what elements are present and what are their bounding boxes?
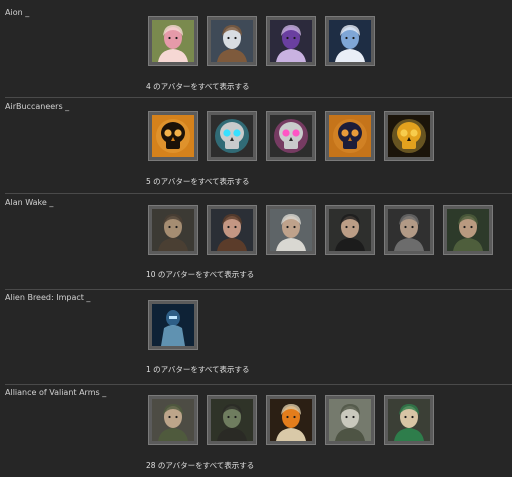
pink-haired-elf-avatar-icon bbox=[152, 20, 194, 62]
avatar-tile[interactable] bbox=[148, 111, 198, 161]
man-white-shirt-portrait-icon bbox=[270, 209, 312, 251]
section-divider bbox=[5, 97, 512, 98]
cyan-eyed-skull-emblem-icon bbox=[211, 115, 253, 157]
section-divider bbox=[5, 289, 512, 290]
game-title: Aion _ bbox=[5, 8, 30, 17]
pink-eyed-skull-emblem-icon bbox=[270, 115, 312, 157]
avatar-row bbox=[148, 300, 207, 350]
avatar-tile[interactable] bbox=[325, 111, 375, 161]
game-title: Alliance of Valiant Arms _ bbox=[5, 388, 107, 397]
show-all-avatars-link[interactable]: 10 のアバターをすべて表示する bbox=[146, 270, 254, 279]
section-divider bbox=[5, 384, 512, 385]
avatar-tile[interactable] bbox=[384, 205, 434, 255]
game-title: AirBuccaneers _ bbox=[5, 102, 70, 111]
show-all-avatars-link[interactable]: 28 のアバターをすべて表示する bbox=[146, 461, 254, 470]
eyepatch-old-man-portrait-icon bbox=[329, 209, 371, 251]
avatar-tile[interactable] bbox=[148, 395, 198, 445]
avatar-tile[interactable] bbox=[148, 300, 198, 350]
avatar-tile[interactable] bbox=[148, 205, 198, 255]
avatar-row bbox=[148, 111, 443, 161]
avatar-tile[interactable] bbox=[384, 111, 434, 161]
game-title: Alien Breed: Impact _ bbox=[5, 293, 91, 302]
orange-octopus-skull-emblem-icon bbox=[329, 115, 371, 157]
alan-wake-portrait-icon bbox=[152, 209, 194, 251]
avatar-tile[interactable] bbox=[207, 111, 257, 161]
camo-soldier-avatar-icon bbox=[329, 399, 371, 441]
avatar-tile[interactable] bbox=[384, 395, 434, 445]
white-haired-warrior-avatar-icon bbox=[211, 20, 253, 62]
woman-portrait-icon bbox=[211, 209, 253, 251]
purple-haired-woman-avatar-icon bbox=[270, 20, 312, 62]
avatar-tile[interactable] bbox=[266, 395, 316, 445]
avatar-tile[interactable] bbox=[325, 395, 375, 445]
avatar-tile[interactable] bbox=[207, 395, 257, 445]
avatar-row bbox=[148, 205, 502, 255]
masked-woman-avatar-icon bbox=[388, 399, 430, 441]
soldier-beret-avatar-icon bbox=[152, 399, 194, 441]
old-man-portrait-icon bbox=[388, 209, 430, 251]
show-all-avatars-link[interactable]: 5 のアバターをすべて表示する bbox=[146, 177, 250, 186]
blue-demon-avatar-icon bbox=[329, 20, 371, 62]
man-green-jacket-portrait-icon bbox=[447, 209, 489, 251]
armored-soldier-avatar-icon bbox=[152, 304, 194, 346]
avatar-tile[interactable] bbox=[266, 16, 316, 66]
gas-mask-soldier-avatar-icon bbox=[211, 399, 253, 441]
show-all-avatars-link[interactable]: 1 のアバターをすべて表示する bbox=[146, 365, 250, 374]
gold-octopus-skull-emblem-icon bbox=[388, 115, 430, 157]
avatar-tile[interactable] bbox=[207, 16, 257, 66]
pumpkin-head-soldier-avatar-icon bbox=[270, 399, 312, 441]
avatar-tile[interactable] bbox=[266, 205, 316, 255]
avatar-row bbox=[148, 16, 384, 66]
avatar-tile[interactable] bbox=[148, 16, 198, 66]
avatar-tile[interactable] bbox=[325, 205, 375, 255]
avatar-tile[interactable] bbox=[325, 16, 375, 66]
show-all-avatars-link[interactable]: 4 のアバターをすべて表示する bbox=[146, 82, 250, 91]
avatar-row bbox=[148, 395, 443, 445]
avatar-tile[interactable] bbox=[266, 111, 316, 161]
avatar-tile[interactable] bbox=[207, 205, 257, 255]
game-title: Alan Wake _ bbox=[5, 198, 54, 207]
avatar-tile[interactable] bbox=[443, 205, 493, 255]
section-divider bbox=[5, 193, 512, 194]
orange-skull-emblem-icon bbox=[152, 115, 194, 157]
